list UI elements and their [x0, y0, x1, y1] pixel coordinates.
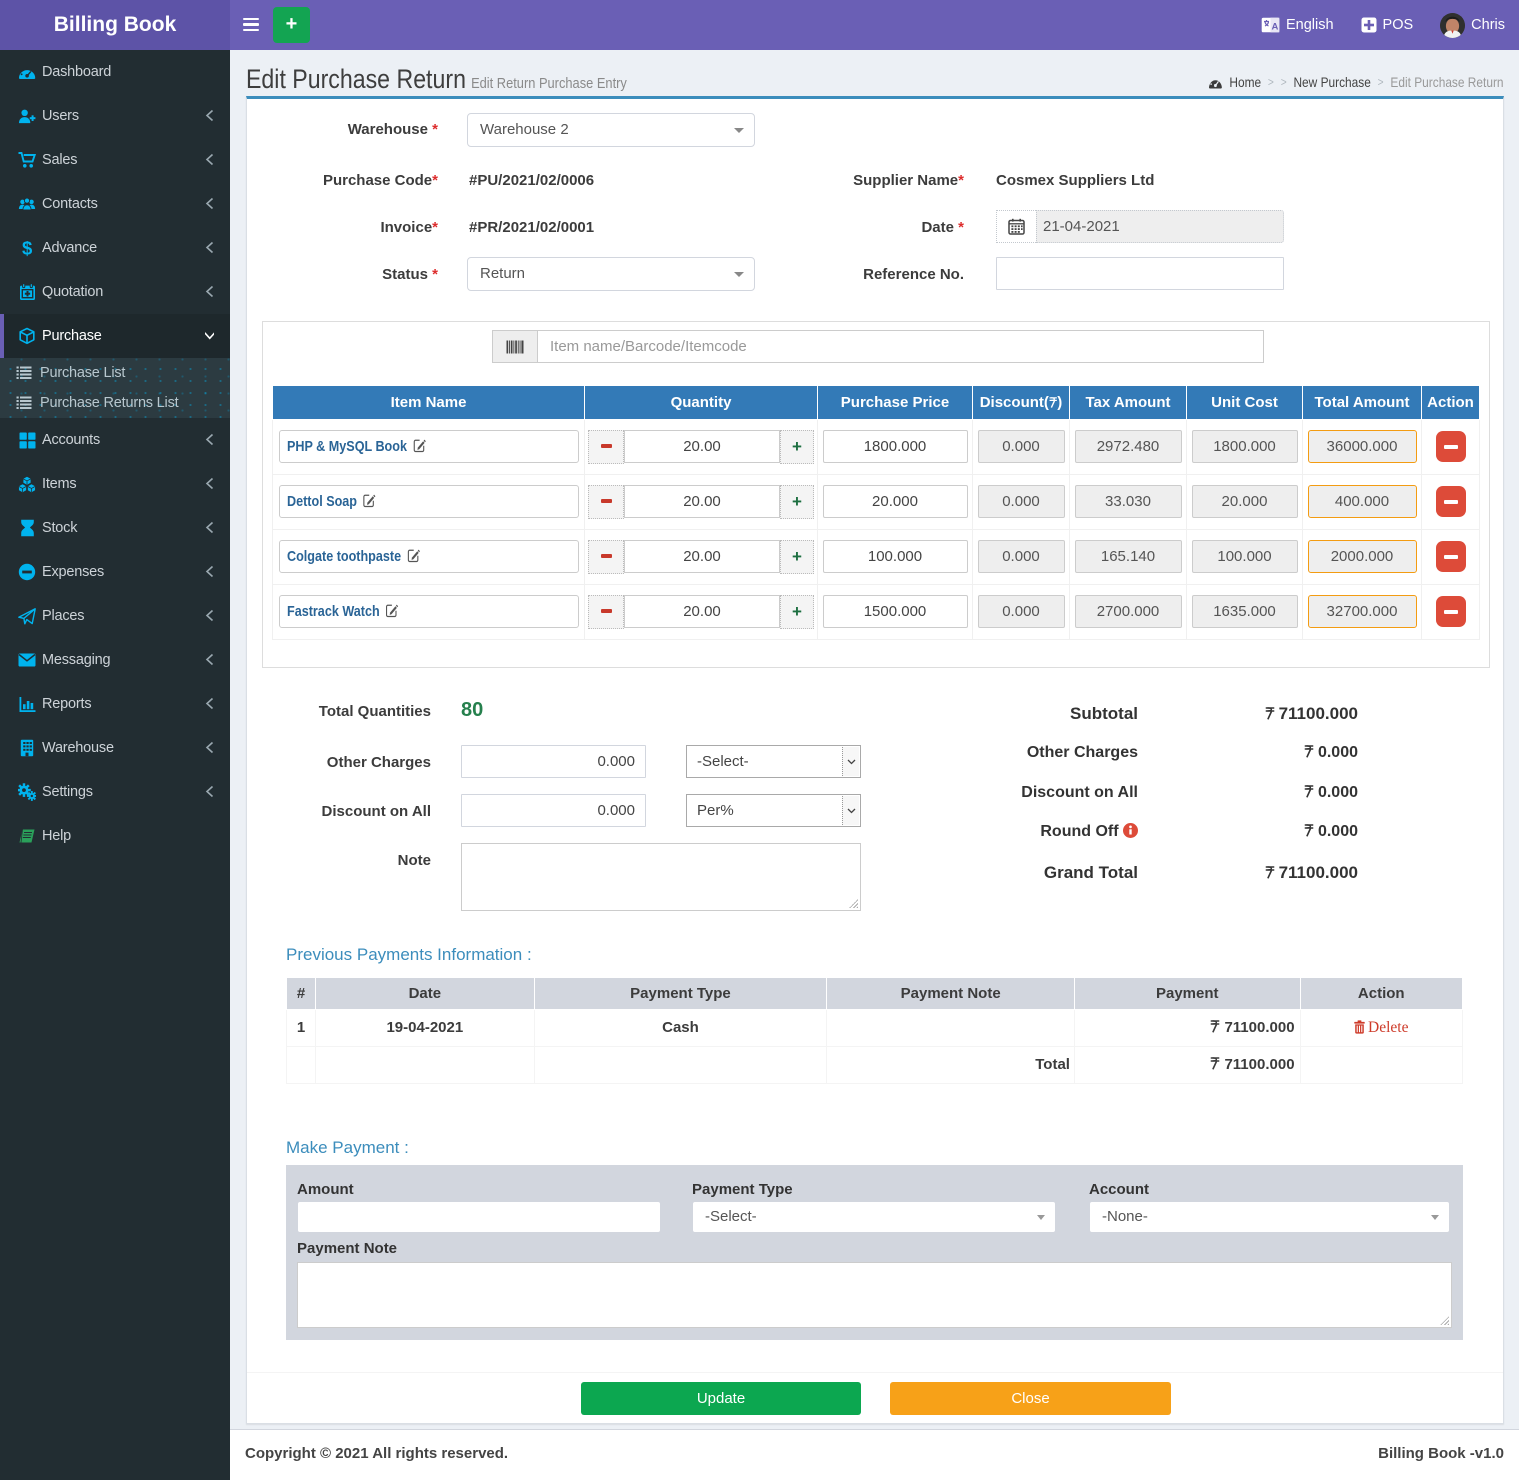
svg-text:A: A [1271, 22, 1278, 33]
svg-text:$: $ [22, 239, 33, 258]
